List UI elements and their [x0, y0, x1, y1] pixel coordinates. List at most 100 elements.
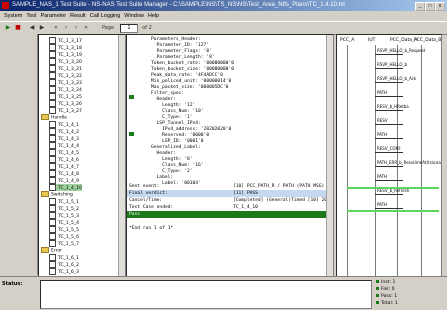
back-icon[interactable]: ◀ [28, 24, 36, 32]
checkbox-icon[interactable] [49, 163, 56, 170]
tree-item[interactable]: TC_1_6_3 [49, 268, 79, 275]
maximize-button[interactable]: □ [425, 2, 435, 11]
checkbox-icon[interactable] [49, 72, 56, 79]
checkbox-icon[interactable] [49, 156, 56, 163]
tree-item[interactable]: TC_1_3_24 [49, 86, 82, 93]
checkbox-icon[interactable] [49, 177, 56, 184]
checkbox-icon[interactable] [49, 261, 56, 268]
arrow-left-icon [375, 68, 403, 69]
checkbox-icon[interactable] [49, 128, 56, 135]
tree-scrollbar[interactable] [118, 35, 125, 276]
tree-item[interactable]: TC_1_5_5 [49, 226, 79, 233]
checkbox-icon[interactable] [49, 233, 56, 240]
minimize-button[interactable]: _ [415, 2, 425, 11]
tree-item[interactable]: TC_1_4_6 [49, 156, 79, 163]
tree-item[interactable]: TC_1_4_8 [49, 170, 79, 177]
arrow-right-icon [375, 138, 403, 139]
checkbox-icon[interactable] [49, 149, 56, 156]
checkbox-icon[interactable] [49, 135, 56, 142]
tree-item[interactable]: TC_1_4_4 [49, 142, 79, 149]
checkbox-icon[interactable] [49, 86, 56, 93]
menu-window[interactable]: Window [124, 13, 144, 19]
log-pane[interactable]: Sent event: [10] PCC_PATH_R / PATH (PATH … [126, 34, 334, 277]
checkbox-icon[interactable] [49, 205, 56, 212]
menu-parameter[interactable]: Parameter [40, 13, 66, 19]
summary-key: Test Case ended: [129, 205, 174, 210]
page-input[interactable]: 1 [120, 24, 138, 33]
tree-item[interactable]: TC_1_3_19 [49, 51, 82, 58]
checkbox-icon[interactable] [49, 44, 56, 51]
tree-item[interactable]: TC_1_4_2 [49, 128, 79, 135]
menu-help[interactable]: Help [148, 13, 159, 19]
tree-item[interactable]: TC_1_5_3 [49, 212, 79, 219]
message-label: RESV_b_HRetba [377, 104, 409, 109]
checkbox-icon[interactable] [49, 93, 56, 100]
tree-item[interactable]: TC_1_6_2 [49, 261, 79, 268]
checkbox-icon[interactable] [49, 58, 56, 65]
last-page-icon[interactable]: » [82, 24, 90, 32]
tree-folder[interactable]: Handle [41, 114, 67, 121]
tree-folder[interactable]: Switching [41, 191, 73, 198]
checkbox-icon[interactable] [49, 100, 56, 107]
count-row: Inst: 1 [376, 279, 395, 286]
summary-row [127, 218, 327, 225]
checkbox-icon[interactable] [49, 37, 56, 44]
tree-item[interactable]: TC_1_3_25 [49, 93, 82, 100]
first-page-icon[interactable]: « [52, 24, 60, 32]
next-page-icon[interactable]: › [72, 24, 80, 32]
summary-value: [Completed] (General)Timed [10] 20 s 09:… [233, 198, 333, 203]
checkbox-icon[interactable] [49, 142, 56, 149]
checkbox-icon[interactable] [49, 268, 56, 275]
menu-result[interactable]: Result [70, 13, 86, 19]
message-label: RESV [377, 118, 388, 123]
prev-page-icon[interactable]: ‹ [62, 24, 70, 32]
result-counts: Inst: 1 Fail: 0 Pass: 1 Total: 1 [376, 279, 444, 308]
checkbox-icon[interactable] [49, 226, 56, 233]
forward-icon[interactable]: ▶ [38, 24, 46, 32]
run-icon[interactable]: ▶ [4, 24, 12, 32]
tree-item[interactable]: TC_1_4_3 [49, 135, 79, 142]
tree-item[interactable]: TC_1_5_7 [49, 240, 79, 247]
checkbox-icon[interactable] [49, 184, 56, 191]
tree-item[interactable]: TC_1_3_22 [49, 72, 82, 79]
tree-item[interactable]: TC_1_3_17 [49, 37, 82, 44]
tree-item[interactable]: TC_1_3_18 [49, 44, 82, 51]
checkbox-icon[interactable] [49, 79, 56, 86]
tree-item[interactable]: TC_1_5_2 [49, 205, 79, 212]
tree-folder[interactable]: Error [41, 247, 62, 254]
checkbox-icon[interactable] [49, 254, 56, 261]
summary-value: [11] PASS [233, 191, 258, 196]
tree-item[interactable]: TC_1_4_1 [49, 121, 79, 128]
tree-item[interactable]: TC_1_3_20 [49, 58, 82, 65]
test-tree[interactable]: TC_1_3_17 TC_1_3_18 TC_1_3_19 TC_1_3_20 TC_1… [38, 34, 126, 277]
tree-item[interactable]: TC_1_5_1 [49, 198, 79, 205]
checkbox-icon[interactable] [49, 121, 56, 128]
checkbox-icon[interactable] [49, 198, 56, 205]
checkbox-icon[interactable] [49, 219, 56, 226]
tree-item[interactable]: TC_1_6_1 [49, 254, 79, 261]
stop-icon[interactable]: ■ [14, 24, 22, 32]
tree-item[interactable]: TC_1_3_26 [49, 100, 82, 107]
tree-item[interactable]: TC_1_4_5 [49, 149, 79, 156]
tree-item[interactable]: TC_1_4_10 [49, 184, 82, 191]
menu-system[interactable]: System [4, 13, 22, 19]
tree-item[interactable]: TC_1_3_23 [49, 79, 82, 86]
tree-item[interactable]: TC_1_4_9 [49, 177, 79, 184]
message-label: PATH [377, 174, 388, 179]
tree-item[interactable]: TC_1_5_4 [49, 219, 79, 226]
menu-call-logging[interactable]: Call Logging [90, 13, 121, 19]
tree-item[interactable]: TC_1_5_6 [49, 233, 79, 240]
close-button[interactable]: x [435, 2, 445, 11]
tree-item[interactable]: TC_1_3_21 [49, 65, 82, 72]
highlight-band [347, 210, 439, 212]
checkbox-icon[interactable] [49, 240, 56, 247]
checkbox-icon[interactable] [49, 107, 56, 114]
tree-item[interactable]: TC_1_3_27 [49, 107, 82, 114]
checkbox-icon[interactable] [49, 51, 56, 58]
log-scrollbar[interactable] [326, 35, 333, 276]
checkbox-icon[interactable] [49, 170, 56, 177]
checkbox-icon[interactable] [49, 65, 56, 72]
checkbox-icon[interactable] [49, 212, 56, 219]
menu-tool[interactable]: Tool [26, 13, 36, 19]
tree-item[interactable]: TC_1_4_7 [49, 163, 79, 170]
